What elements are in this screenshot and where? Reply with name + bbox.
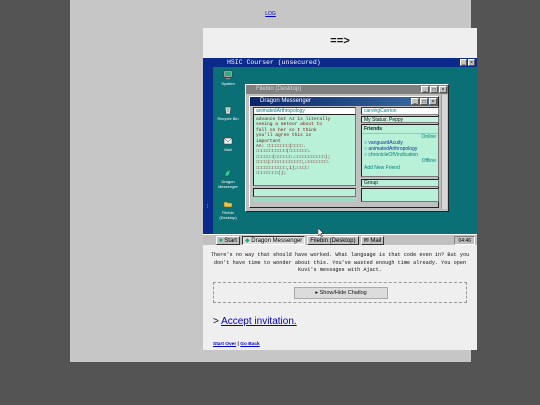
next-command: > Accept invitation. [213,316,297,327]
minimize-icon[interactable]: _ [411,98,419,105]
filebin-window-controls: _ □ × [421,86,447,93]
show-hide-chatlog-button[interactable]: ▸ Show/Hide Chatlog [294,287,388,299]
filebin-title-bar: Filebin (Desktop) _ □ × [246,85,448,94]
log-link[interactable]: LOG [70,11,471,17]
desktop-screenshot: ... HSIC Courser (unsecured) _ × System … [203,58,477,245]
close-icon[interactable]: × [429,98,437,105]
start-button[interactable]: ■ Start [216,235,240,245]
minimize-icon[interactable]: _ [460,59,467,66]
sidebar-text: ... [204,203,210,208]
messenger-title: Dragon Messenger [260,98,312,104]
dragon-icon [224,169,232,177]
maximize-icon[interactable]: □ [420,98,428,105]
messenger-window[interactable]: Dragon Messenger _ □ × animatedArthropol… [249,96,439,208]
start-over-link[interactable]: Start Over [213,342,236,347]
page-title: ==> [330,36,350,48]
content-panel: ==> ... HSIC Courser (unsecured) _ × Sys… [203,28,477,350]
filebin-scrollbar[interactable] [441,95,447,209]
filebin-title: Filebin (Desktop) [256,86,302,92]
close-icon[interactable]: × [439,86,447,93]
messenger-window-controls: _ □ × [411,98,437,105]
desktop-title-bar: HSIC Courser (unsecured) _ × [213,58,477,67]
chatlog-container: ▸ Show/Hide Chatlog [213,282,467,303]
accept-invitation-link[interactable]: Accept invitation. [221,316,297,327]
friends-header: Friends [362,125,438,134]
desktop-window-controls: _ × [460,59,475,66]
windows-logo-icon: ■ [219,237,223,244]
narrative-text: There's no way that should have worked. … [210,252,470,273]
cursor-icon [318,228,324,237]
desktop-icon-mail[interactable]: Mail [217,136,239,152]
messenger-title-bar: Dragon Messenger _ □ × [250,97,438,106]
recycle-bin-icon [224,106,232,115]
maximize-icon[interactable]: □ [430,86,438,93]
friends-list: Friends Online ○ vanguardAcuity ○ animat… [361,124,439,177]
footer-separator: | [237,342,239,347]
dragon-icon: ◆ [244,237,250,244]
chat-input-bar [253,198,356,202]
chat-input[interactable] [253,188,356,197]
desktop-icon-recycle-bin[interactable]: Recycle Bin [217,105,239,121]
taskbar-dragon-messenger[interactable]: ◆ Dragon Messenger [241,235,306,245]
taskbar: ■ Start ◆ Dragon Messenger Filebin (Desk… [203,234,477,245]
mail-icon [223,137,233,145]
desktop-title: HSIC Courser (unsecured) [227,59,321,66]
desktop-sidebar: ... [203,58,213,234]
mail-icon: ✉ [363,237,369,244]
group-list [361,188,439,202]
footer-links: Start Over | Go Back [213,342,260,347]
taskbar-filebin[interactable]: Filebin (Desktop) [307,235,359,245]
taskbar-mail[interactable]: ✉ Mail [360,235,385,245]
taskbar-clock: 04:46 [454,235,475,245]
desktop-icon-dragon-messenger[interactable]: Dragon Messenger [217,168,239,189]
page-frame: LOG ==> ... HSIC Courser (unsecured) _ ×… [70,0,477,362]
go-back-link[interactable]: Go Back [240,342,259,347]
chat-line: □□□□□□□□(); [256,171,287,177]
minimize-icon[interactable]: _ [421,86,429,93]
desktop-icon-system[interactable]: System [217,70,239,86]
chat-log: advance but AJ is literally seeing a met… [253,114,356,186]
folder-icon [223,201,233,208]
group-select[interactable]: Group [361,179,439,187]
add-friend-link[interactable]: Add New Friend [362,164,438,172]
self-handle-select[interactable]: carvingCarrion [361,107,439,115]
status-select[interactable]: My Status: Peppy [361,116,439,123]
desktop-icon-filebin[interactable]: Filebin (Desktop) [217,199,239,220]
close-icon[interactable]: × [468,59,475,66]
computer-icon [223,70,233,80]
command-prompt: > [213,316,219,327]
